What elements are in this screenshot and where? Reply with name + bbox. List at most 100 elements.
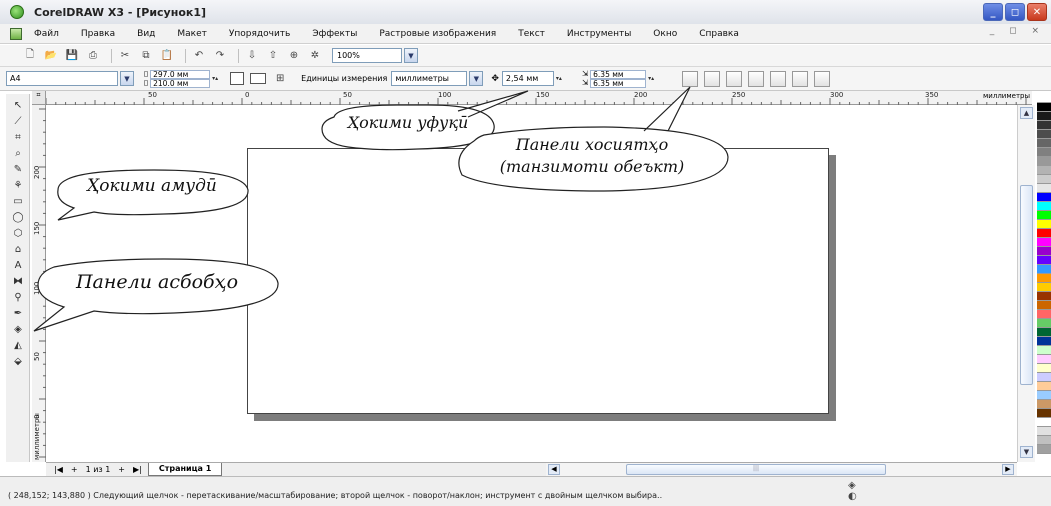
draw-selection-icon[interactable] (792, 70, 809, 87)
color-swatch[interactable] (1037, 274, 1051, 283)
color-swatch[interactable] (1037, 373, 1051, 382)
menu-bitmaps[interactable]: Растровые изображения (379, 29, 496, 39)
color-swatch[interactable] (1037, 364, 1051, 373)
horizontal-scrollbar[interactable]: ◀ ||| ▶ (546, 462, 1017, 476)
document-icon[interactable] (10, 27, 22, 40)
dimension-spinner-icon[interactable]: ▾▴ (212, 71, 224, 87)
treat-as-filled-icon[interactable] (770, 70, 787, 87)
color-swatch[interactable] (1037, 436, 1051, 445)
color-swatch[interactable] (1037, 409, 1051, 418)
vertical-scroll-thumb[interactable] (1020, 185, 1033, 385)
interactive-blend-tool-icon[interactable]: ⧓ (10, 274, 26, 288)
zoom-level-input[interactable]: 100% (332, 48, 402, 63)
application-launcher-icon[interactable]: ⊕ (286, 48, 302, 64)
color-swatch[interactable] (1037, 121, 1051, 130)
set-default-page-icon[interactable]: ⊞ (272, 71, 288, 87)
shape-tool-icon[interactable]: ⟋ (10, 114, 26, 128)
units-select[interactable]: миллиметры (391, 71, 468, 86)
open-folder-icon[interactable]: 📂 (43, 48, 59, 64)
mesh-fill-tool-icon[interactable]: ⬙ (10, 354, 26, 368)
color-swatch[interactable] (1037, 400, 1051, 409)
duplicate-y-input[interactable]: 6.35 мм (590, 78, 647, 88)
crop-tool-icon[interactable]: ⌗ (10, 130, 26, 144)
snap-to-grid-icon[interactable] (682, 70, 699, 87)
freehand-tool-icon[interactable]: ✎ (10, 162, 26, 176)
color-swatch[interactable] (1037, 301, 1051, 310)
document-window-controls[interactable]: _ ◻ × (990, 26, 1045, 36)
color-swatch[interactable] (1037, 175, 1051, 184)
color-swatch[interactable] (1037, 346, 1051, 355)
add-page-after-icon[interactable]: + (118, 465, 125, 474)
snap-to-objects-icon[interactable] (726, 70, 743, 87)
copy-icon[interactable]: ⧉ (138, 48, 154, 64)
snap-to-guidelines-icon[interactable] (704, 70, 721, 87)
fill-tool-icon[interactable]: ◈ (10, 322, 26, 336)
basic-shapes-tool-icon[interactable]: ⌂ (10, 242, 26, 256)
color-swatch[interactable] (1037, 310, 1051, 319)
color-swatch[interactable] (1037, 265, 1051, 274)
menu-view[interactable]: Вид (137, 29, 155, 39)
fill-outline-indicator-icon[interactable]: ◈ ◐ (848, 480, 857, 502)
vertical-scrollbar[interactable]: ▲ ▼ (1017, 105, 1035, 462)
duplicate-spinner-icon[interactable]: ▾▴ (648, 71, 660, 87)
undo-icon[interactable]: ↶ (191, 48, 207, 64)
options-icon[interactable] (814, 70, 831, 87)
color-swatch[interactable] (1037, 139, 1051, 148)
color-swatch[interactable] (1037, 238, 1051, 247)
ruler-origin[interactable]: ⌗ (32, 91, 46, 105)
minimize-button[interactable]: _ (983, 3, 1003, 21)
paste-icon[interactable]: 📋 (159, 48, 175, 64)
color-swatch[interactable] (1037, 391, 1051, 400)
color-swatch[interactable] (1037, 355, 1051, 364)
redo-icon[interactable]: ↷ (212, 48, 228, 64)
scroll-up-icon[interactable]: ▲ (1020, 107, 1033, 119)
units-dropdown-icon[interactable]: ▼ (469, 71, 484, 86)
rectangle-tool-icon[interactable]: ▭ (10, 194, 26, 208)
outline-tool-icon[interactable]: ✒ (10, 306, 26, 320)
pick-tool-icon[interactable]: ↖ (10, 98, 26, 112)
color-swatch[interactable] (1037, 148, 1051, 157)
text-tool-icon[interactable]: A (10, 258, 26, 272)
color-swatch[interactable] (1037, 445, 1051, 454)
horizontal-scroll-thumb[interactable]: ||| (626, 464, 886, 475)
polygon-tool-icon[interactable]: ⬡ (10, 226, 26, 240)
paper-size-dropdown-icon[interactable]: ▼ (120, 71, 134, 86)
color-swatch[interactable] (1037, 292, 1051, 301)
first-page-icon[interactable]: |◀ (54, 465, 63, 474)
menu-arrange[interactable]: Упорядочить (229, 29, 290, 39)
ellipse-tool-icon[interactable]: ◯ (10, 210, 26, 224)
export-icon[interactable]: ⇧ (265, 48, 281, 64)
menu-text[interactable]: Текст (518, 29, 545, 39)
close-button[interactable]: ✕ (1027, 3, 1047, 21)
color-swatch[interactable] (1037, 256, 1051, 265)
scroll-right-icon[interactable]: ▶ (1002, 464, 1014, 475)
page-height-input[interactable]: 210.0 мм (150, 78, 211, 88)
dynamic-guides-icon[interactable] (748, 70, 765, 87)
menu-help[interactable]: Справка (699, 29, 739, 39)
color-swatch[interactable] (1037, 202, 1051, 211)
eyedropper-tool-icon[interactable]: ⚲ (10, 290, 26, 304)
color-swatch[interactable] (1037, 427, 1051, 436)
color-swatch[interactable] (1037, 157, 1051, 166)
duplicate-x-input[interactable]: 6.35 мм (590, 69, 647, 79)
landscape-orientation-icon[interactable] (250, 73, 267, 84)
color-swatch[interactable] (1037, 112, 1051, 121)
horizontal-ruler[interactable]: 50 0 50 100 150 200 250 300 350 миллимет… (32, 91, 1032, 105)
menu-effects[interactable]: Эффекты (312, 29, 357, 39)
color-swatch[interactable] (1037, 418, 1051, 427)
color-swatch[interactable] (1037, 211, 1051, 220)
color-swatch[interactable] (1037, 337, 1051, 346)
nudge-distance-input[interactable]: 2,54 мм (501, 71, 554, 86)
color-swatch[interactable] (1037, 283, 1051, 292)
scroll-left-icon[interactable]: ◀ (548, 464, 560, 475)
cut-icon[interactable]: ✂ (117, 48, 133, 64)
page-width-input[interactable]: 297.0 мм (150, 69, 211, 79)
save-icon[interactable]: 💾 (64, 48, 80, 64)
menu-edit[interactable]: Правка (81, 29, 115, 39)
smart-fill-tool-icon[interactable]: ⚘ (10, 178, 26, 192)
new-document-icon[interactable]: 🗋 (22, 48, 38, 64)
coreldraw-app-icon[interactable] (10, 5, 24, 19)
scroll-down-icon[interactable]: ▼ (1020, 446, 1033, 458)
color-swatch[interactable] (1037, 220, 1051, 229)
color-swatch[interactable] (1037, 130, 1051, 139)
